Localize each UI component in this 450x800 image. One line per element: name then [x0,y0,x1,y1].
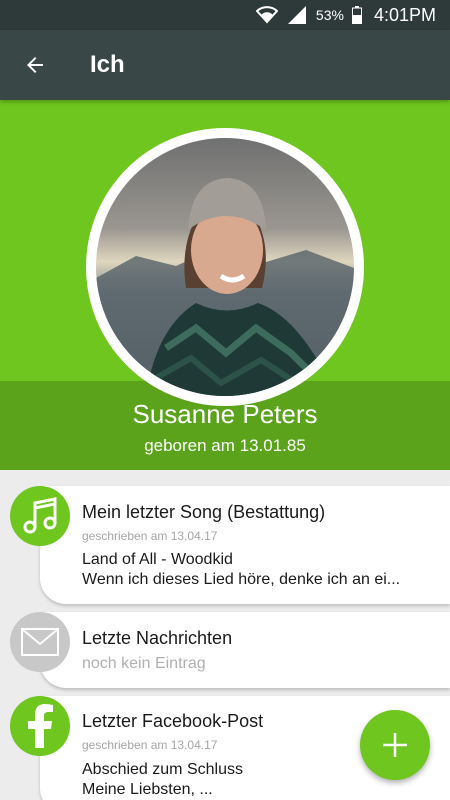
back-arrow-icon [27,57,43,73]
battery-percent: 53% [315,7,344,23]
song-icon-circle [10,486,70,546]
status-bar: 53% 4:01PM [0,0,450,30]
envelope-icon [21,628,59,656]
music-note-icon [23,497,57,534]
facebook-date: geschrieben am 13.04.17 [82,738,218,752]
back-button[interactable] [0,30,70,100]
clock: 4:01PM [373,4,436,25]
song-title: Mein letzter Song (Bestattung) [82,502,326,522]
wifi-icon [255,6,278,24]
battery-icon [351,6,362,24]
plus-icon [383,733,407,757]
facebook-icon-circle [10,696,70,756]
song-card[interactable]: Mein letzter Song (Bestattung) geschrieb… [10,486,450,604]
song-line-1: Land of All - Woodkid [82,551,233,568]
add-button[interactable] [360,710,430,780]
facebook-title: Letzter Facebook-Post [82,711,264,731]
song-line-2: Wenn ich dieses Lied höre, denke ich an … [82,571,401,588]
messages-title: Letzte Nachrichten [82,628,233,648]
page-title: Ich [90,51,125,78]
signal-icon [286,6,308,24]
avatar[interactable] [96,138,354,396]
messages-card[interactable]: Letzte Nachrichten noch kein Eintrag [10,612,450,688]
profile-header: Susanne Peters geboren am 13.01.85 [0,100,450,470]
messages-icon-circle [10,612,70,672]
facebook-icon [28,704,53,748]
profile-dob: geboren am 13.01.85 [144,436,306,455]
facebook-line-2: Meine Liebsten, ... [82,781,213,798]
avatar-frame [86,128,364,406]
app-bar: Ich [0,30,450,100]
song-date: geschrieben am 13.04.17 [82,529,218,543]
messages-empty-text: noch kein Eintrag [82,655,206,672]
